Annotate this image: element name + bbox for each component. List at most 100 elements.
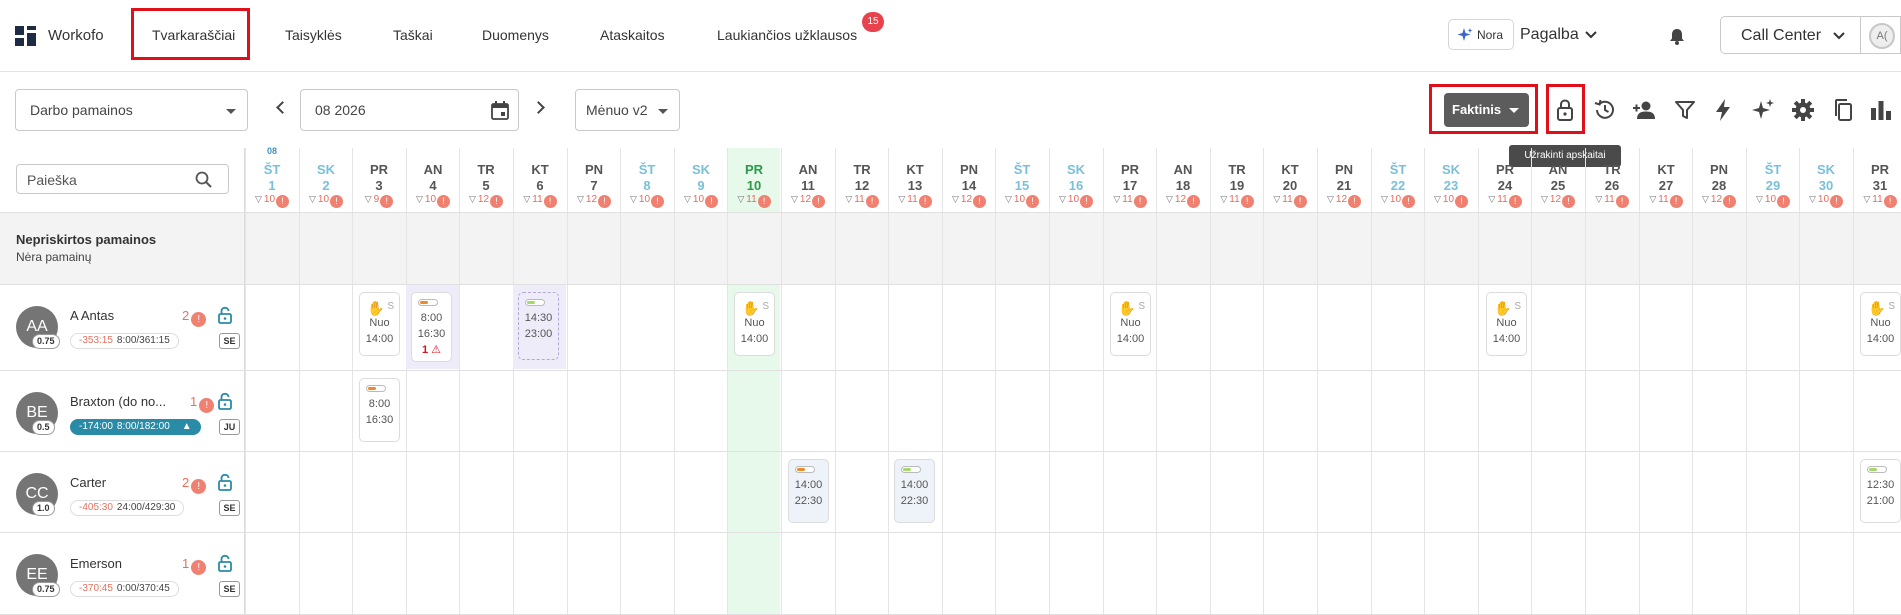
date-picker[interactable]: 08 2026	[300, 89, 519, 131]
unlocked-icon[interactable]	[216, 554, 234, 572]
availability-day31-card[interactable]: ✋ S Nuo 14:00	[1860, 292, 1901, 356]
chevron-right-icon[interactable]	[532, 101, 545, 114]
day-header[interactable]: PR 17 ▽ 11!	[1103, 148, 1157, 212]
shift-card[interactable]: 14:00 22:30	[788, 459, 829, 523]
availability-day24-card[interactable]: ✋ S Nuo 14:00	[1486, 292, 1527, 356]
day-warning-count[interactable]: ▽ 11!	[513, 194, 567, 208]
unlocked-icon[interactable]	[216, 392, 234, 410]
employee-name[interactable]: Emerson	[70, 556, 122, 571]
user-avatar-button[interactable]: A(	[1861, 16, 1901, 54]
day-header[interactable]: KT 6 ▽ 11!	[513, 148, 567, 212]
employee-row[interactable]: BE 0.5 Braxton (do no... 1! -174:00 8:00/182:…	[0, 371, 245, 451]
day-header[interactable]: AN 4 ▽ 10!	[406, 148, 460, 212]
day-header[interactable]: SK 30 ▽ 10!	[1799, 148, 1853, 212]
day-header[interactable]: PN 14 ▽ 12!	[942, 148, 996, 212]
employee-warning-count[interactable]: 2!	[182, 475, 207, 494]
day-warning-count[interactable]: ▽ 10!	[620, 194, 674, 208]
day-header[interactable]: AN 11 ▽ 12!	[781, 148, 835, 212]
shift-card[interactable]: 8:00 16:30 1 ⚠	[411, 292, 452, 362]
employee-hours-badge[interactable]: -174:00 8:00/182:00 ▲	[70, 419, 201, 435]
day-header[interactable]: ŠT 8 ▽ 10!	[620, 148, 674, 212]
search-icon[interactable]	[195, 171, 212, 188]
nav-tab-pending-requests[interactable]: Laukiančios užklausos	[717, 27, 857, 43]
day-header[interactable]: KT 13 ▽ 11!	[888, 148, 942, 212]
employee-hours-badge[interactable]: -405:30 24:00/429:30	[70, 500, 185, 516]
day-warning-count[interactable]: ▽ 10!	[1746, 194, 1800, 208]
availability-day3-card[interactable]: ✋ S Nuo 14:00	[359, 292, 400, 356]
employee-row[interactable]: CC 1.0 Carter 2! -405:30 24:00/429:30 SE	[0, 452, 245, 532]
workofo-logo-icon[interactable]	[15, 26, 37, 46]
day-warning-count[interactable]: ▽ 11!	[1585, 194, 1639, 208]
bell-icon[interactable]	[1669, 28, 1685, 45]
day-warning-count[interactable]: ▽ 11!	[727, 194, 781, 208]
day-header[interactable]: AN 18 ▽ 12!	[1156, 148, 1210, 212]
copy-icon[interactable]	[1830, 97, 1856, 123]
day-warning-count[interactable]: ▽ 11!	[835, 194, 889, 208]
availability-day10-card[interactable]: ✋ S Nuo 14:00	[734, 292, 775, 356]
day-header[interactable]: AN 25 ▽ 12!	[1531, 148, 1585, 212]
day-header[interactable]: SK 2 ▽ 10!	[299, 148, 353, 212]
day-header[interactable]: PR 10 ▽ 11!	[727, 148, 781, 212]
day-header[interactable]: SK 23 ▽ 10!	[1424, 148, 1478, 212]
day-header[interactable]: SK 9 ▽ 10!	[674, 148, 728, 212]
day-warning-count[interactable]: ▽ 10!	[995, 194, 1049, 208]
day-warning-count[interactable]: ▽ 10!	[406, 194, 460, 208]
day-header[interactable]: KT 27 ▽ 11!	[1639, 148, 1693, 212]
settings-gear-icon[interactable]	[1790, 97, 1816, 123]
day-warning-count[interactable]: ▽ 12!	[1317, 194, 1371, 208]
day-warning-count[interactable]: ▽ 10!	[245, 194, 299, 208]
period-select[interactable]: Mėnuo v2	[575, 89, 680, 131]
day-warning-count[interactable]: ▽ 12!	[567, 194, 621, 208]
nav-tab-data[interactable]: Duomenys	[482, 27, 549, 43]
employee-warning-count[interactable]: 2!	[182, 308, 207, 327]
shift-card[interactable]: 14:30 23:00	[518, 292, 559, 360]
day-warning-count[interactable]: ▽ 11!	[1263, 194, 1317, 208]
employee-row[interactable]: EE 0.75 Emerson 1! -370:45 0:00/370:45 SE	[0, 533, 245, 613]
day-header[interactable]: TR 5 ▽ 12!	[459, 148, 513, 212]
unlocked-icon[interactable]	[216, 473, 234, 491]
day-warning-count[interactable]: ▽ 11!	[1639, 194, 1693, 208]
day-header[interactable]: KT 20 ▽ 11!	[1263, 148, 1317, 212]
nav-tab-reports[interactable]: Ataskaitos	[600, 27, 665, 43]
day-warning-count[interactable]: ▽ 11!	[888, 194, 942, 208]
day-warning-count[interactable]: ▽ 12!	[1531, 194, 1585, 208]
day-header[interactable]: PR 31 ▽ 11!	[1853, 148, 1901, 212]
employee-row[interactable]: AA 0.75 A Antas 2! -353:15 8:00/361:15 SE	[0, 285, 245, 365]
day-warning-count[interactable]: ▽ 10!	[1799, 194, 1853, 208]
day-warning-count[interactable]: ▽ 11!	[1210, 194, 1264, 208]
employee-name[interactable]: A Antas	[70, 308, 114, 323]
day-warning-count[interactable]: ▽ 11!	[1853, 194, 1901, 208]
day-header[interactable]: PR 3 ▽ 9!	[352, 148, 406, 212]
employee-hours-badge[interactable]: -370:45 0:00/370:45	[70, 581, 179, 597]
day-header[interactable]: PN 7 ▽ 12!	[567, 148, 621, 212]
workspace-selector[interactable]: Call Center	[1720, 16, 1861, 54]
filter-icon[interactable]	[1672, 97, 1698, 123]
calendar-icon[interactable]	[491, 101, 509, 120]
day-header[interactable]: PR 24 ▽ 11!	[1478, 148, 1532, 212]
shift-card[interactable]: 8:00 16:30	[359, 378, 400, 442]
nora-assistant-button[interactable]: Nora	[1448, 19, 1514, 50]
help-menu[interactable]: Pagalba	[1520, 26, 1579, 44]
chevron-down-icon[interactable]	[1585, 30, 1597, 40]
history-icon[interactable]	[1592, 97, 1618, 123]
day-header[interactable]: PN 28 ▽ 12!	[1692, 148, 1746, 212]
lightning-icon[interactable]	[1710, 97, 1736, 123]
bar-chart-icon[interactable]	[1868, 97, 1894, 123]
shift-card[interactable]: 12:30 21:00	[1860, 459, 1901, 523]
day-warning-count[interactable]: ▽ 10!	[674, 194, 728, 208]
day-header[interactable]: ŠT 22 ▽ 10!	[1371, 148, 1425, 212]
day-header[interactable]: ŠT 29 ▽ 10!	[1746, 148, 1800, 212]
day-warning-count[interactable]: ▽ 10!	[1371, 194, 1425, 208]
nav-tab-rules[interactable]: Taisyklės	[285, 27, 342, 43]
brand-name[interactable]: Workofo	[48, 27, 104, 44]
day-warning-count[interactable]: ▽ 11!	[1478, 194, 1532, 208]
day-warning-count[interactable]: ▽ 12!	[942, 194, 996, 208]
day-warning-count[interactable]: ▽ 12!	[1692, 194, 1746, 208]
day-warning-count[interactable]: ▽ 12!	[781, 194, 835, 208]
day-header[interactable]: ŠT 15 ▽ 10!	[995, 148, 1049, 212]
availability-day17-card[interactable]: ✋ S Nuo 14:00	[1110, 292, 1151, 356]
day-warning-count[interactable]: ▽ 12!	[459, 194, 513, 208]
day-warning-count[interactable]: ▽ 10!	[299, 194, 353, 208]
ai-sparkle-icon[interactable]	[1750, 97, 1776, 123]
day-warning-count[interactable]: ▽ 12!	[1156, 194, 1210, 208]
